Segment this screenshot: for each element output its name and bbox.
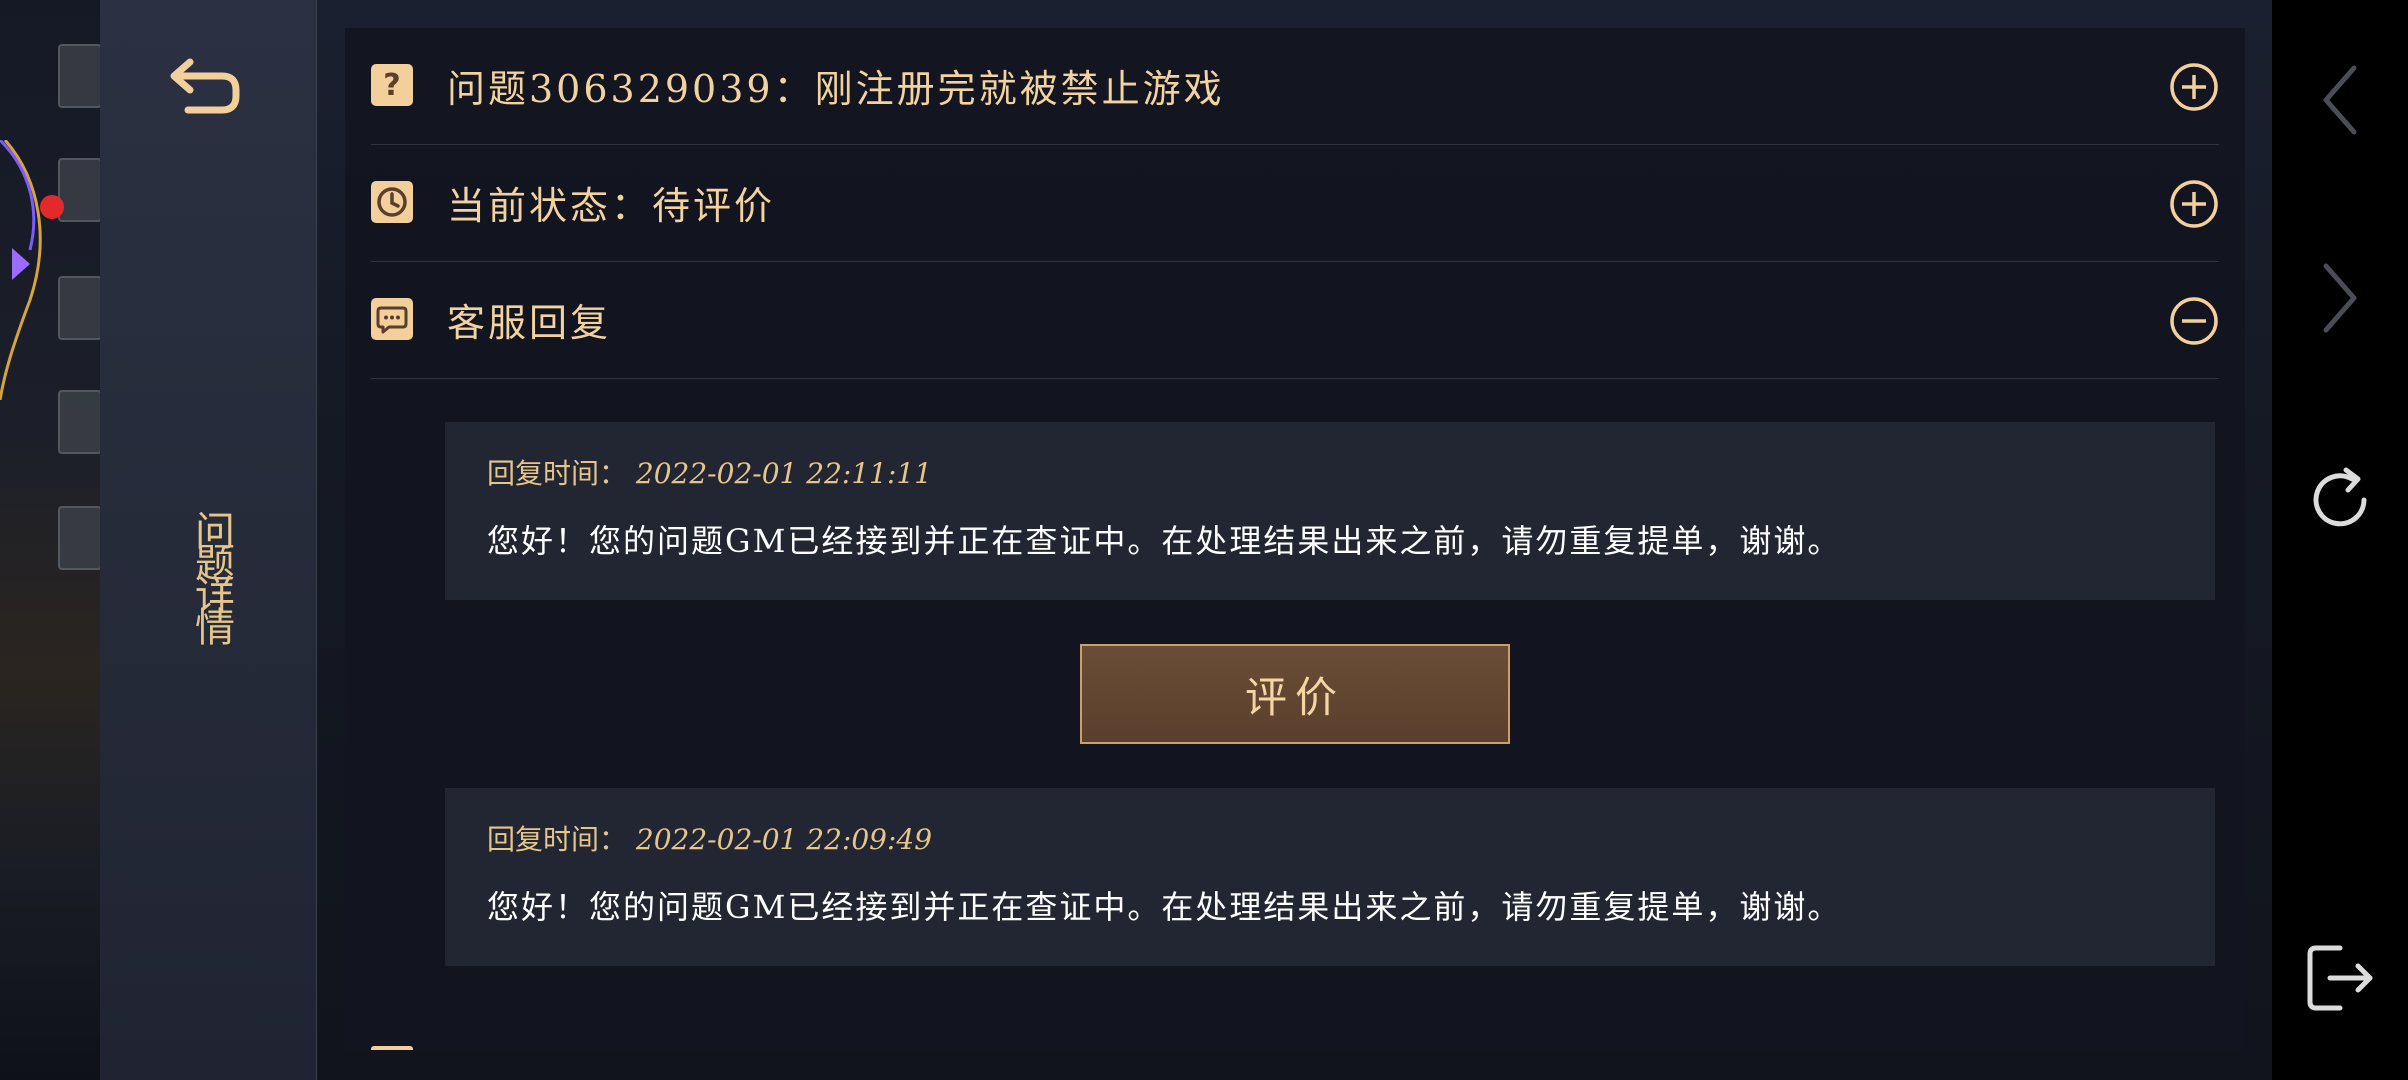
ticket-detail-panel: ? 问题306329039：刚注册完就被禁止游戏 当前状态：待评价 客服回复 回… (345, 28, 2245, 1050)
game-menu-tile (58, 276, 102, 340)
chevron-left-icon (2323, 65, 2357, 135)
exit-icon (2307, 945, 2373, 1011)
screen: 问题详情 ? 问题306329039：刚注册完就被禁止游戏 当前状态：待评价 客… (0, 0, 2408, 1080)
nav-forward-button[interactable] (2300, 258, 2380, 338)
minus-circle-icon (2170, 297, 2218, 345)
play-triangle-icon (12, 248, 30, 280)
game-menu-tile (58, 506, 102, 570)
exit-button[interactable] (2300, 938, 2380, 1018)
reply-time: 回复时间： 2022-02-01 22:11:11 (487, 452, 932, 492)
reply-section-title: 客服回复 (447, 301, 612, 345)
side-panel: 问题详情 (100, 0, 317, 1080)
question-mark-icon: ? (371, 64, 413, 106)
game-menu-tile (58, 158, 102, 222)
reply-time: 回复时间： 2022-02-01 22:09:49 (487, 818, 932, 858)
clock-glyph (377, 187, 407, 217)
refresh-button[interactable] (2300, 460, 2380, 540)
question-mark-glyph: ? (383, 67, 401, 103)
status-row: 当前状态：待评价 (371, 145, 2219, 262)
next-row-icon (371, 1046, 413, 1050)
reply-time-value: 2022-02-01 22:09:49 (635, 823, 933, 856)
back-arrow-icon (170, 58, 240, 114)
chat-glyph (376, 306, 408, 334)
back-button[interactable] (170, 52, 244, 116)
reply-time-value: 2022-02-01 22:11:11 (635, 457, 933, 490)
system-nav-bar (2272, 0, 2408, 1080)
expand-question-button[interactable] (2169, 62, 2219, 112)
refresh-icon (2313, 467, 2367, 527)
clock-icon (371, 181, 413, 223)
notification-dot (40, 195, 64, 219)
plus-circle-icon (2170, 180, 2218, 228)
game-menu-tile (58, 44, 102, 108)
chat-bubble-icon (371, 298, 413, 340)
current-status: 当前状态：待评价 (447, 184, 776, 228)
nav-back-button[interactable] (2300, 60, 2380, 140)
plus-circle-icon (2170, 63, 2218, 111)
reply-card: 回复时间： 2022-02-01 22:11:11 您好！您的问题GM已经接到并… (445, 422, 2215, 600)
reply-card: 回复时间： 2022-02-01 22:09:49 您好！您的问题GM已经接到并… (445, 788, 2215, 966)
reply-time-label: 回复时间： (487, 457, 628, 490)
reply-message: 您好！您的问题GM已经接到并正在查证中。在处理结果出来之前，请勿重复提单，谢谢。 (487, 522, 1842, 560)
reply-header-row: 客服回复 (371, 262, 2219, 379)
game-menu-tile (58, 390, 102, 454)
decorative-curve (0, 140, 42, 400)
question-title: 问题306329039：刚注册完就被禁止游戏 (447, 67, 1225, 111)
game-background-strip (0, 0, 102, 1080)
rate-button[interactable]: 评价 (1080, 644, 1510, 744)
collapse-reply-button[interactable] (2169, 296, 2219, 346)
reply-message: 您好！您的问题GM已经接到并正在查证中。在处理结果出来之前，请勿重复提单，谢谢。 (487, 888, 1842, 926)
side-panel-title: 问题详情 (188, 510, 234, 638)
chevron-right-icon (2323, 263, 2357, 333)
expand-status-button[interactable] (2169, 179, 2219, 229)
reply-time-label: 回复时间： (487, 823, 628, 856)
question-row: ? 问题306329039：刚注册完就被禁止游戏 (371, 28, 2219, 145)
